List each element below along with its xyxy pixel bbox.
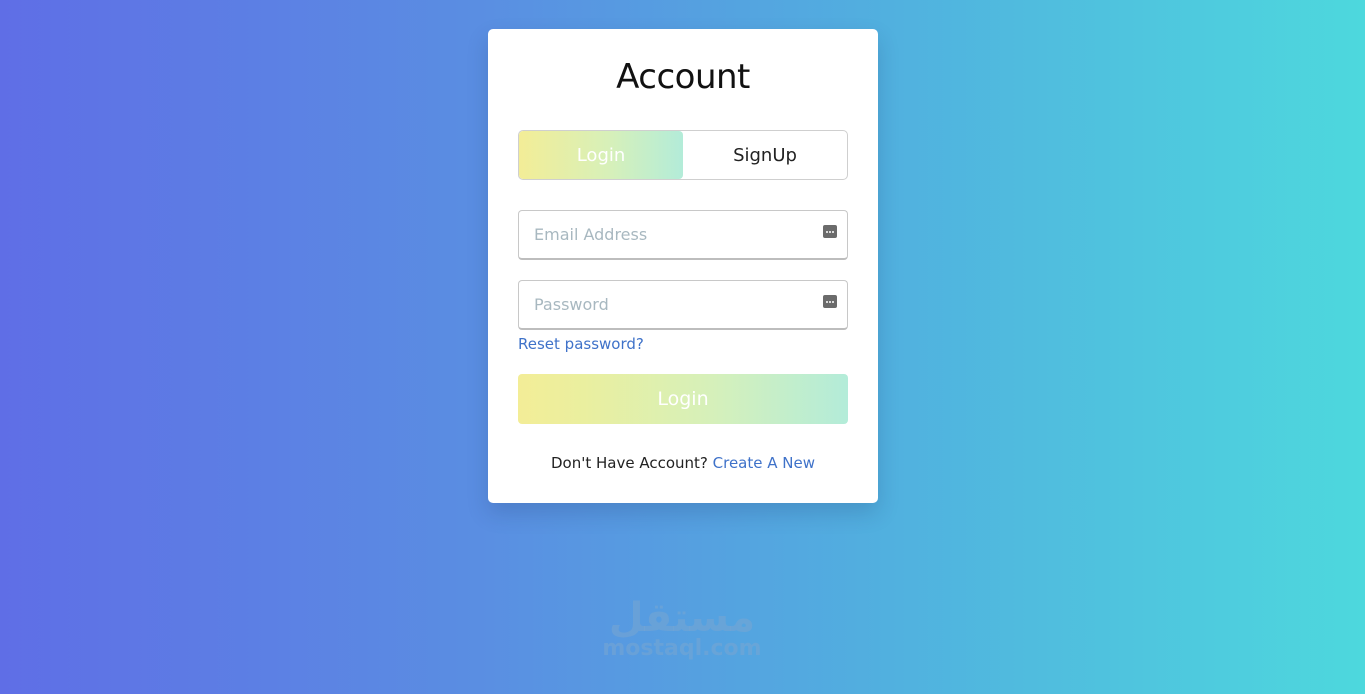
email-field[interactable] [519, 211, 824, 257]
tab-signup[interactable]: SignUp [683, 131, 847, 179]
account-card: Account Login SignUp Reset password? Log… [488, 29, 878, 503]
reset-password-link[interactable]: Reset password? [518, 335, 644, 353]
signup-prompt: Don't Have Account? Create A New [488, 454, 878, 472]
key-icon[interactable] [823, 225, 837, 238]
page-title: Account [616, 57, 750, 97]
auth-tabs: Login SignUp [518, 130, 848, 180]
key-icon[interactable] [823, 295, 837, 308]
watermark-arabic: مستقل [608, 595, 756, 641]
password-field[interactable] [519, 281, 824, 327]
login-button[interactable]: Login [518, 374, 848, 424]
password-field-wrapper [518, 280, 848, 330]
create-account-link[interactable]: Create A New [713, 454, 815, 472]
email-field-wrapper [518, 210, 848, 260]
watermark-latin: mostaql.com [602, 636, 762, 661]
signup-prompt-text: Don't Have Account? [550, 454, 713, 472]
watermark-logo: مستقل mostaql.com [582, 595, 782, 661]
tab-login[interactable]: Login [519, 131, 683, 179]
